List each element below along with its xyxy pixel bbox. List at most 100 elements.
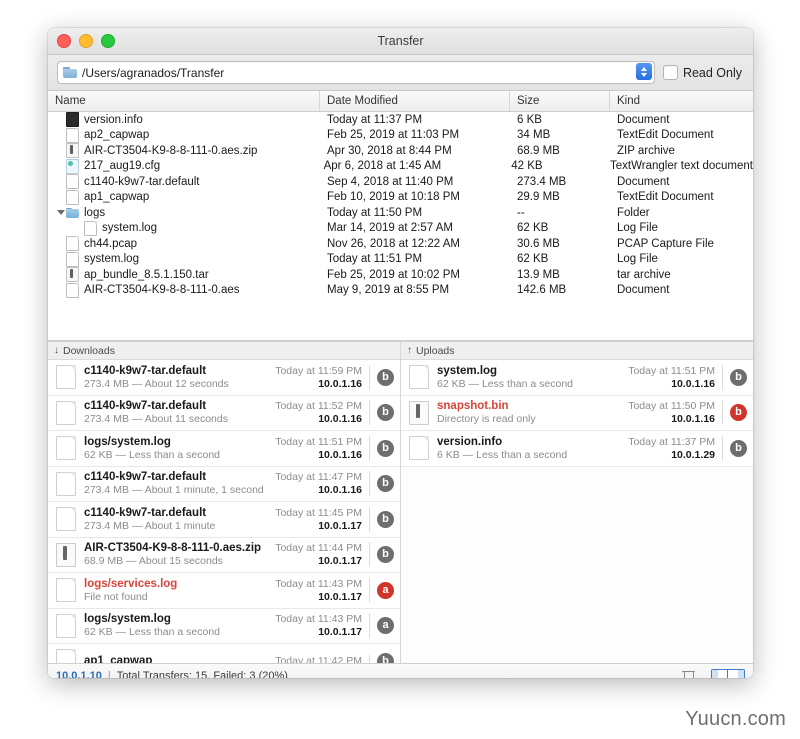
transfer-row-body: version.info 6 KB — Less than a second (437, 436, 623, 461)
config-icon (66, 158, 79, 174)
file-name-label: version.info (84, 113, 143, 126)
transfer-timestamp: Today at 11:43 PM (275, 613, 362, 626)
file-row-kind-cell: TextWrangler text document (610, 160, 753, 173)
document-icon (56, 436, 76, 461)
column-header-date-modified[interactable]: Date Modified (320, 91, 510, 111)
file-row-size-cell: 29.9 MB (517, 191, 560, 204)
disclosure-triangle-icon[interactable] (55, 210, 66, 215)
column-header-size[interactable]: Size (510, 91, 610, 111)
path-combobox[interactable]: /Users/agranados/Transfer (57, 61, 655, 84)
transfer-row[interactable]: c1140-k9w7-tar.default 273.4 MB — About 1… (48, 502, 400, 538)
transfer-file-name: c1140-k9w7-tar.default (84, 471, 207, 484)
transfer-file-status: File not found (84, 590, 148, 603)
transfer-row[interactable]: logs/services.log File not found Today at … (48, 573, 400, 609)
file-row[interactable]: AIR-CT3504-K9-8-8-111-0.aes May 9, 2019 a… (48, 282, 753, 299)
close-window-button[interactable] (57, 34, 71, 48)
transfer-timestamp: Today at 11:51 PM (275, 435, 362, 448)
read-only-control[interactable]: Read Only (662, 65, 744, 80)
file-row[interactable]: ap_bundle_8.5.1.150.tar Feb 25, 2019 at 1… (48, 267, 753, 283)
file-row-name-cell: ch44.pcap (48, 236, 320, 252)
transfer-row[interactable]: logs/system.log 62 KB — Less than a secon… (48, 431, 400, 467)
transfer-protocol-badge[interactable]: b (730, 404, 747, 422)
downloads-list[interactable]: c1140-k9w7-tar.default 273.4 MB — About 1… (48, 360, 400, 663)
file-name-label: AIR-CT3504-K9-8-8-111-0.aes (84, 284, 240, 297)
folder-icon (63, 67, 77, 78)
file-row-size-cell: 62 KB (517, 222, 549, 235)
transfer-panes: ↓ Downloads c1140-k9w7-tar.default 273.4 … (48, 341, 753, 663)
transfer-window: Transfer /Users/agranados/Transfer Read … (48, 28, 753, 678)
transfer-row[interactable]: version.info 6 KB — Less than a second Tod… (401, 431, 753, 467)
file-row[interactable]: version.info Today at 11:37 PM 6 KB Documen… (48, 112, 753, 128)
transfer-row[interactable]: AIR-CT3504-K9-8-8-111-0.aes.zip 68.9 MB —… (48, 537, 400, 573)
transfer-file-name: snapshot.bin (437, 400, 509, 413)
transfer-protocol-badge[interactable]: b (377, 475, 394, 493)
file-row-date-cell: Mar 14, 2019 at 2:57 AM (327, 222, 453, 235)
folder-icon (66, 207, 79, 218)
file-row[interactable]: c1140-k9w7-tar.default Sep 4, 2018 at 11:… (48, 174, 753, 190)
file-row[interactable]: logs Today at 11:50 PM -- Folder (48, 205, 753, 221)
transfer-host: 10.0.1.29 (671, 448, 715, 461)
transfer-row[interactable]: c1140-k9w7-tar.default 273.4 MB — About 1… (48, 360, 400, 396)
column-header-name[interactable]: Name (48, 91, 320, 111)
document-icon (409, 436, 429, 461)
transfer-protocol-badge[interactable]: b (730, 439, 747, 457)
transfer-protocol-badge[interactable]: b (377, 652, 394, 663)
transfer-file-name: system.log (437, 364, 498, 377)
transfer-row-meta: Today at 11:50 PM 10.0.1.16 (623, 400, 723, 426)
transfer-host: 10.0.1.17 (318, 555, 362, 568)
file-row-kind-cell: PCAP Capture File (617, 237, 714, 250)
transfer-protocol-badge[interactable]: b (377, 439, 394, 457)
transfer-protocol-badge[interactable]: a (377, 617, 394, 635)
file-name-label: AIR-CT3504-K9-8-8-111-0.aes.zip (84, 144, 258, 157)
transfer-protocol-badge[interactable]: b (377, 546, 394, 564)
file-row[interactable]: ap2_capwap Feb 25, 2019 at 11:03 PM 34 MB T… (48, 127, 753, 144)
file-row[interactable]: system.log Today at 11:51 PM 62 KB Log File (48, 251, 753, 268)
column-header-kind[interactable]: Kind (610, 91, 753, 111)
file-row[interactable]: system.log Mar 14, 2019 at 2:57 AM 62 KB Lo… (48, 220, 753, 237)
transfer-protocol-badge[interactable]: a (377, 581, 394, 599)
maximize-window-button[interactable] (101, 34, 115, 48)
read-only-checkbox[interactable] (662, 65, 678, 80)
transfer-protocol-badge[interactable]: b (377, 510, 394, 528)
transfer-row[interactable]: c1140-k9w7-tar.default 273.4 MB — About 1… (48, 466, 400, 502)
transfer-protocol-badge[interactable]: b (377, 404, 394, 422)
file-row[interactable]: ap1_capwap Feb 10, 2019 at 10:18 PM 29.9 M… (48, 189, 753, 206)
file-row-date-cell: Apr 6, 2018 at 1:45 AM (323, 160, 442, 173)
minimize-window-button[interactable] (79, 34, 93, 48)
document-icon (66, 174, 79, 190)
file-row-date-cell: Feb 25, 2019 at 10:02 PM (327, 268, 460, 281)
transfer-row-body: logs/system.log 62 KB — Less than a secon… (84, 613, 270, 638)
uploads-list[interactable]: system.log 62 KB — Less than a second Toda… (401, 360, 753, 663)
transfer-row-body: logs/services.log File not found (84, 578, 270, 603)
document-icon (84, 220, 97, 236)
file-row-date-cell: Today at 11:37 PM (327, 113, 423, 126)
transfer-row[interactable]: ap1_capwap Today at 11:42 PM b (48, 644, 400, 663)
file-row-date-cell: Feb 10, 2019 at 10:18 PM (327, 191, 460, 204)
transfer-protocol-badge[interactable]: b (730, 368, 747, 386)
downloads-pane-title: Downloads (63, 344, 115, 357)
file-row[interactable]: 217_aug19.cfg Apr 6, 2018 at 1:45 AM 42 KB… (48, 158, 753, 175)
transfer-row[interactable]: system.log 62 KB — Less than a second Toda… (401, 360, 753, 396)
transfer-row-body: snapshot.bin Directory is read only (437, 400, 623, 425)
file-row-name-cell: ap2_capwap (48, 127, 320, 143)
file-row-kind-cell: TextEdit Document (617, 191, 714, 204)
uploads-pane-title: Uploads (416, 344, 455, 357)
transfer-file-status: 68.9 MB — About 15 seconds (84, 555, 223, 568)
transfer-host: 10.0.1.16 (671, 377, 715, 390)
transfer-row[interactable]: snapshot.bin Directory is read only Today … (401, 395, 753, 431)
stepper-icon[interactable] (635, 63, 652, 80)
trash-icon[interactable] (682, 669, 695, 678)
file-row[interactable]: AIR-CT3504-K9-8-8-111-0.aes.zip Apr 30, 2… (48, 143, 753, 159)
panel-left-toggle-icon[interactable] (711, 669, 728, 678)
document-icon (66, 251, 79, 267)
transfer-row[interactable]: c1140-k9w7-tar.default 273.4 MB — About 1… (48, 395, 400, 431)
document-icon (66, 236, 79, 252)
panel-right-toggle-icon[interactable] (728, 669, 745, 678)
transfer-file-status: 6 KB — Less than a second (437, 448, 568, 461)
file-row[interactable]: ch44.pcap Nov 26, 2018 at 12:22 AM 30.6 MB… (48, 236, 753, 252)
document-icon (56, 649, 76, 663)
transfer-protocol-badge[interactable]: b (377, 368, 394, 386)
file-browser-list[interactable]: version.info Today at 11:37 PM 6 KB Documen… (48, 112, 753, 340)
transfer-row-body: c1140-k9w7-tar.default 273.4 MB — About 1… (84, 471, 270, 496)
transfer-row[interactable]: logs/system.log 62 KB — Less than a secon… (48, 608, 400, 644)
